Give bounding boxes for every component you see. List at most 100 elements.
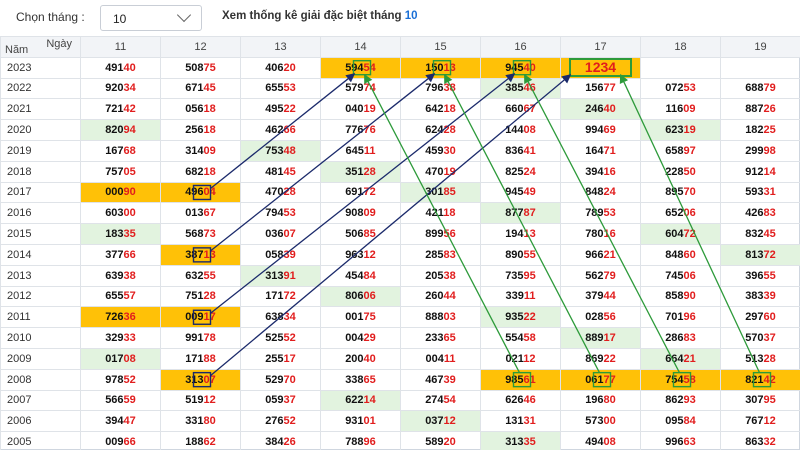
result-head: 467 (425, 373, 444, 386)
result-cell: 14408 (480, 119, 561, 141)
result-head: 004 (425, 352, 444, 365)
result-tail: 57 (123, 290, 136, 303)
result-tail: 56 (443, 228, 456, 241)
result-tail: 13 (443, 61, 456, 74)
result-tail: 37 (283, 394, 296, 407)
result-tail: 58 (523, 332, 536, 345)
result-tail: 17 (283, 352, 296, 365)
result-tail: 19 (443, 165, 456, 178)
result-cell: 22850 (640, 160, 721, 183)
result-tail: 85 (443, 186, 456, 199)
result-head: 788 (345, 436, 364, 449)
result-tail: 61 (523, 373, 536, 386)
result-cell: 79638 (400, 77, 481, 100)
result-cell: 40620 (240, 56, 321, 79)
result-cell: 80606 (320, 285, 401, 308)
result-head: 529 (265, 373, 284, 386)
result-head: 889 (585, 332, 604, 345)
result-head: 314 (185, 144, 204, 157)
result-tail: 09 (363, 207, 376, 220)
result-cell: 39655 (720, 264, 800, 287)
result-head: 406 (265, 61, 284, 74)
result-cell: 30185 (400, 181, 481, 204)
result-cell: 90809 (320, 202, 401, 225)
result-head: 751 (185, 290, 204, 303)
result-head: 754 (665, 373, 684, 386)
result-cell: 49604 (160, 181, 241, 204)
month-select[interactable]: 10 (100, 5, 202, 31)
month-label: Chọn tháng : (16, 10, 85, 24)
result-head: 194 (505, 228, 524, 241)
result-cell: 72636 (80, 306, 161, 329)
result-cell: 18225 (720, 119, 800, 141)
result-cell: 68879 (720, 77, 800, 100)
result-head: 196 (585, 394, 604, 407)
year-cell: 2022 (0, 77, 81, 100)
result-tail: 39 (763, 290, 776, 303)
result-head: 246 (585, 103, 604, 116)
result-tail: 22 (523, 311, 536, 324)
result-cell: 88917 (560, 327, 641, 349)
year-cell: 2014 (0, 243, 81, 266)
result-head: 996 (665, 436, 684, 449)
result-cell: 86332 (720, 431, 800, 450)
result-head: 821 (745, 373, 764, 386)
result-cell: 66067 (480, 98, 561, 121)
result-cell: 18862 (160, 431, 241, 450)
year-cell: 2010 (0, 327, 81, 349)
result-head: 329 (105, 332, 124, 345)
result-head: 825 (505, 165, 524, 178)
result-tail: 16 (603, 165, 616, 178)
table-row: 2021 72142 05618 49522 04019 64218 66067 24640 1… (0, 98, 800, 121)
result-head: 285 (425, 248, 444, 261)
result-cell: 29998 (720, 139, 800, 162)
result-tail: 00 (123, 207, 136, 220)
result-tail: 60 (763, 311, 776, 324)
year-cell: 2015 (0, 223, 81, 245)
table-row: 2015 18335 56873 03607 50685 89956 19413 78016 6… (0, 223, 800, 245)
result-head: 945 (505, 61, 524, 74)
result-head: 671 (185, 82, 204, 95)
result-tail: 68 (123, 144, 136, 157)
result-cell: 00411 (400, 347, 481, 370)
result-tail: 77 (603, 373, 616, 386)
result-cell: 58920 (400, 431, 481, 450)
result-cell: 02112 (480, 347, 561, 370)
result-tail: 74 (363, 82, 376, 95)
result-tail: 90 (683, 290, 696, 303)
result-head: 655 (265, 82, 284, 95)
result-tail: 35 (523, 436, 536, 449)
result-tail: 54 (443, 394, 456, 407)
result-cell: 37944 (560, 285, 641, 308)
result-head: 379 (585, 290, 604, 303)
result-tail: 35 (123, 228, 136, 241)
result-head: 495 (265, 103, 284, 116)
result-cell: 05618 (160, 98, 241, 121)
result-tail: 07 (203, 373, 216, 386)
special-prize-table: Ngày Năm 11 12 13 14 15 16 17 18 19 2023… (0, 36, 800, 450)
result-head: 167 (105, 144, 124, 157)
result-head: 338 (345, 373, 364, 386)
result-cell: 65553 (240, 77, 321, 100)
result-head: 156 (585, 82, 604, 95)
result-cell: 73595 (480, 264, 561, 287)
result-head: 701 (665, 311, 684, 324)
result-head: 009 (185, 311, 204, 324)
result-head: 721 (105, 103, 124, 116)
result-tail: 05 (123, 165, 136, 178)
result-tail: 53 (283, 82, 296, 95)
result-tail: 42 (763, 373, 776, 386)
result-head: 313 (505, 436, 524, 449)
result-cell: 63938 (80, 264, 161, 287)
result-head: 848 (585, 186, 604, 199)
result-head: 895 (665, 186, 684, 199)
result-tail: 24 (603, 186, 616, 199)
result-head: 767 (745, 415, 764, 428)
result-tail: 40 (523, 61, 536, 74)
table-row: 2011 72636 00917 63834 00175 88803 93522 02856 7… (0, 306, 800, 329)
result-head: 394 (585, 165, 604, 178)
result-cell: 65206 (640, 202, 721, 225)
result-cell: 31391 (240, 264, 321, 287)
result-head: 912 (745, 165, 764, 178)
result-head: 331 (185, 415, 204, 428)
